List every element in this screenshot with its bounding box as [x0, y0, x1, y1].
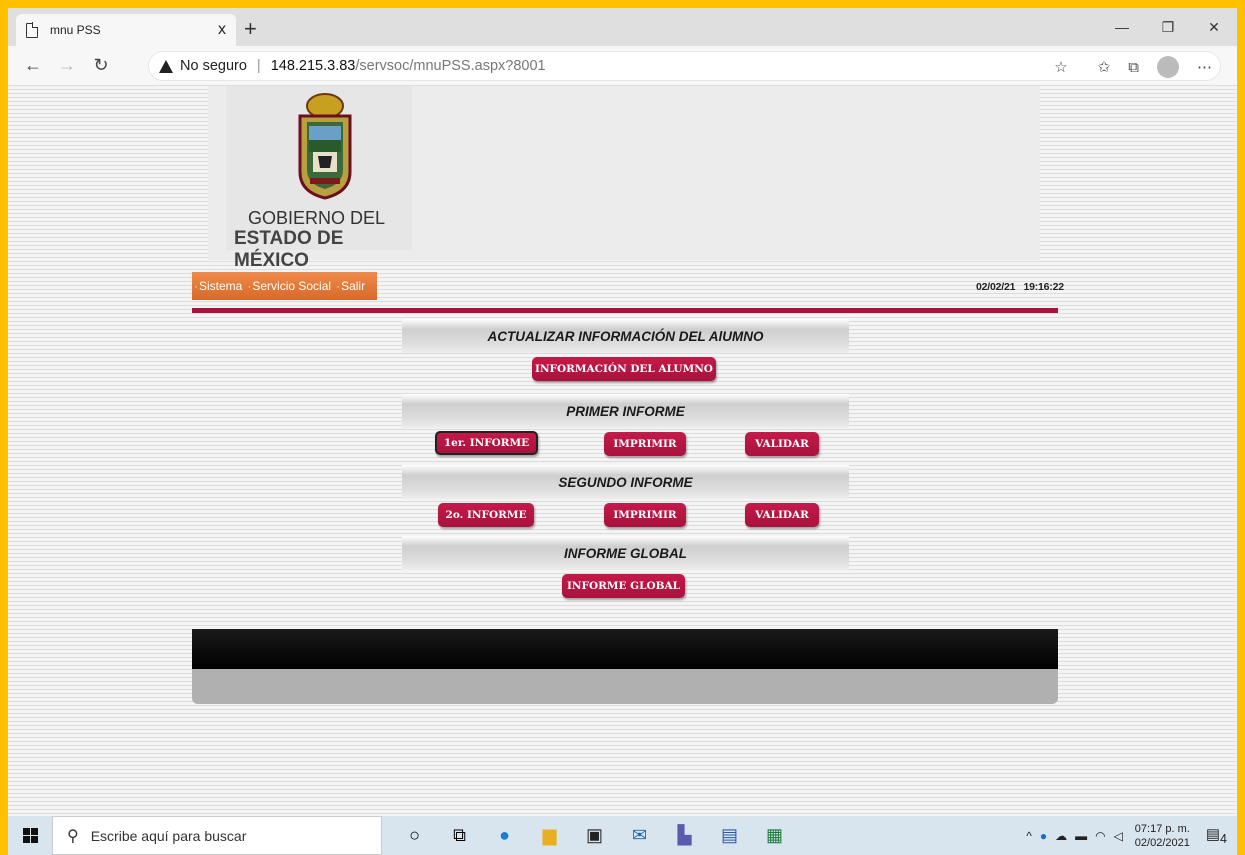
segundo-imprimir-button[interactable]: IMPRIMIR: [604, 503, 686, 527]
start-button[interactable]: [8, 828, 52, 843]
profile-avatar[interactable]: [1157, 56, 1179, 78]
file-explorer-icon[interactable]: ▆: [527, 825, 572, 846]
informe-global-button[interactable]: INFORME GLOBAL: [562, 574, 685, 598]
teams-icon[interactable]: ▙: [662, 825, 707, 846]
window-controls: — ❐ ✕: [1099, 8, 1237, 46]
info-alumno-button[interactable]: INFORMACIÓN DEL ALUMNO: [532, 357, 716, 381]
page-icon: [26, 22, 39, 38]
forward-icon[interactable]: →: [50, 55, 84, 76]
primer-imprimir-button[interactable]: IMPRIMIR: [604, 432, 686, 456]
security-label[interactable]: No seguro: [180, 58, 247, 74]
taskbar-icons: ○ ⧉ ● ▆ ▣ ✉ ▙ ▤ ▦: [392, 825, 797, 846]
clock-time: 19:16:22: [1023, 281, 1064, 293]
government-logo: GOBIERNO DEL ESTADO DE MÉXICO: [226, 86, 412, 271]
excel-icon[interactable]: ▦: [752, 825, 797, 846]
clock-date: 02/02/21: [976, 281, 1016, 293]
edge-icon[interactable]: ●: [482, 825, 527, 846]
page-viewport: GOBIERNO DEL ESTADO DE MÉXICO · Sistema …: [8, 86, 1237, 816]
restore-icon[interactable]: ❐: [1145, 8, 1191, 46]
search-placeholder: Escribe aquí para buscar: [90, 827, 247, 844]
new-tab-button[interactable]: +: [244, 16, 257, 42]
bluetooth-icon[interactable]: ●: [1040, 829, 1047, 843]
section-title-primer-informe: PRIMER INFORME: [402, 394, 849, 428]
menu-item-sistema[interactable]: Sistema: [199, 279, 242, 293]
logo-text-line1: GOBIERNO DEL: [248, 208, 386, 228]
minimize-icon[interactable]: —: [1099, 8, 1145, 46]
footer-panel: [192, 669, 1058, 704]
primer-informe-button[interactable]: 1er. INFORME: [435, 431, 538, 455]
task-view-icon[interactable]: ⧉: [437, 825, 482, 846]
store-icon[interactable]: ▣: [572, 825, 617, 846]
menu-item-servicio-social[interactable]: Servicio Social: [252, 279, 331, 293]
main-menu: · Sistema · Servicio Social · Salir: [192, 272, 377, 300]
system-tray: ^ ● ☁ ▬ ◠ ◁ 07:17 p. m. 02/02/2021 ▤4: [1026, 816, 1227, 855]
tray-expand-icon[interactable]: ^: [1026, 829, 1032, 843]
tab-title: mnu PSS: [50, 23, 101, 37]
back-icon[interactable]: ←: [16, 55, 50, 76]
windows-logo-icon: [22, 828, 38, 843]
warning-icon: [159, 59, 173, 73]
address-actions: ☆ ✩ ⧉ ⋯: [1054, 52, 1212, 82]
notifications-icon[interactable]: ▤4: [1206, 825, 1227, 846]
header-divider: [192, 308, 1058, 313]
address-separator: |: [256, 58, 261, 74]
taskbar-search[interactable]: ⚲ Escribe aquí para buscar: [52, 816, 382, 855]
section-title-informe-global: INFORME GLOBAL: [402, 536, 849, 570]
tray-clock[interactable]: 07:17 p. m. 02/02/2021: [1135, 822, 1190, 850]
favorites-icon[interactable]: ✩: [1098, 58, 1111, 76]
collections-icon[interactable]: ⧉: [1128, 59, 1139, 76]
primer-validar-button[interactable]: VALIDAR: [745, 432, 819, 456]
battery-icon[interactable]: ▬: [1075, 829, 1087, 843]
cortana-icon[interactable]: ○: [392, 825, 437, 846]
tray-date: 02/02/2021: [1134, 836, 1190, 849]
menu-item-salir[interactable]: Salir: [341, 279, 365, 293]
windows-taskbar: ⚲ Escribe aquí para buscar ○ ⧉ ● ▆ ▣ ✉ ▙…: [8, 816, 1237, 855]
browser-tab[interactable]: mnu PSS x: [16, 14, 236, 46]
add-favorite-icon[interactable]: ☆: [1054, 58, 1067, 76]
wifi-icon[interactable]: ◠: [1095, 829, 1105, 843]
volume-icon[interactable]: ◁: [1114, 829, 1123, 843]
word-icon[interactable]: ▤: [707, 825, 752, 846]
close-window-icon[interactable]: ✕: [1191, 8, 1237, 46]
mail-icon[interactable]: ✉: [617, 825, 662, 846]
section-title-segundo-informe: SEGUNDO INFORME: [402, 465, 849, 499]
tab-bar: mnu PSS x + — ❐ ✕: [8, 8, 1237, 46]
search-icon: ⚲: [67, 827, 79, 845]
footer-bar: [192, 629, 1058, 669]
browser-toolbar: ← → ↻ No seguro | 148.215.3.83 /servsoc/…: [8, 46, 1237, 86]
onedrive-icon[interactable]: ☁: [1055, 829, 1067, 843]
coat-of-arms-icon: [298, 93, 352, 200]
segundo-informe-button[interactable]: 2o. INFORME: [438, 503, 534, 527]
url-path: /servsoc/mnuPSS.aspx?8001: [355, 58, 546, 74]
section-title-alumno: ACTUALIZAR INFORMACIÓN DEL AlUMNO: [402, 319, 849, 353]
url-host: 148.215.3.83: [270, 58, 356, 74]
refresh-icon[interactable]: ↻: [84, 55, 118, 76]
segundo-validar-button[interactable]: VALIDAR: [745, 503, 819, 527]
tab-close-button[interactable]: x: [218, 21, 226, 39]
logo-text-line2: ESTADO DE MÉXICO: [234, 228, 344, 271]
more-menu-icon[interactable]: ⋯: [1197, 58, 1212, 76]
notification-count: 4: [1220, 832, 1227, 846]
server-clock: 02/02/21 19:16:22: [976, 281, 1064, 293]
address-bar[interactable]: No seguro | 148.215.3.83 /servsoc/mnuPSS…: [148, 51, 1221, 81]
tray-time: 07:17 p. m.: [1134, 822, 1190, 835]
browser-window: mnu PSS x + — ❐ ✕ ← → ↻ No seguro | 148.…: [8, 8, 1237, 816]
